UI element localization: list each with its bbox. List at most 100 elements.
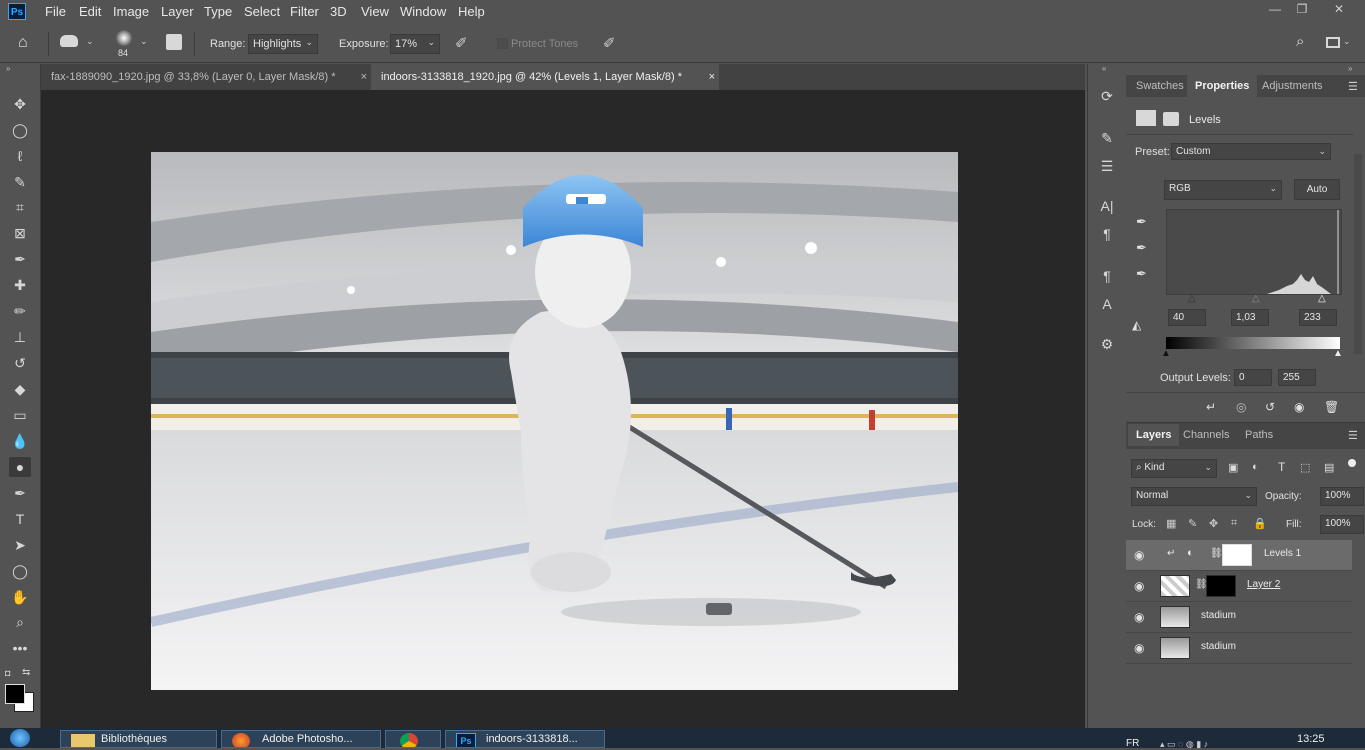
lasso-tool-icon[interactable]: ℓ xyxy=(9,146,31,166)
history-brush-tool-icon[interactable]: ↺ xyxy=(9,353,31,373)
black-point-eyedropper-icon[interactable]: ✒ xyxy=(1136,214,1147,230)
quick-select-tool-icon[interactable]: ✎ xyxy=(9,172,31,192)
taskbar-item-libraries[interactable]: Bibliothèques xyxy=(60,730,217,748)
collapse-icon[interactable]: » xyxy=(1348,64,1352,73)
more-tools-icon[interactable]: ••• xyxy=(9,638,31,658)
tab-indoors-document[interactable]: indoors-3133818_1920.jpg @ 42% (Levels 1… xyxy=(371,64,719,90)
brush-settings-panel-icon[interactable]: ☰ xyxy=(1097,156,1117,176)
layer-row-stadium-copy[interactable]: ◉ stadium xyxy=(1126,633,1352,664)
home-icon[interactable]: ⌂ xyxy=(18,34,28,52)
brush-panel-icon[interactable]: ✎ xyxy=(1097,128,1117,148)
stamp-tool-icon[interactable]: ⊥ xyxy=(9,327,31,347)
white-point-eyedropper-icon[interactable]: ✒ xyxy=(1136,266,1147,282)
input-gray-slider[interactable]: △ xyxy=(1252,293,1260,304)
properties-scrollbar[interactable] xyxy=(1354,154,1362,354)
crop-tool-icon[interactable]: ⌗ xyxy=(9,197,31,217)
output-black-slider[interactable]: ▲ xyxy=(1161,348,1171,359)
input-gamma-field[interactable]: 1,03 xyxy=(1231,309,1269,326)
menu-type[interactable]: Type xyxy=(204,4,232,19)
input-white-field[interactable]: 233 xyxy=(1299,309,1337,326)
healing-brush-tool-icon[interactable]: ✚ xyxy=(9,275,31,295)
filter-toggle-icon[interactable] xyxy=(1348,459,1356,467)
lock-pixels-icon[interactable]: ✎ xyxy=(1188,517,1197,530)
gray-point-eyedropper-icon[interactable]: ✒ xyxy=(1136,240,1147,256)
eye-icon[interactable]: ◉ xyxy=(1134,610,1144,624)
layer-name[interactable]: stadium xyxy=(1201,641,1236,652)
input-black-field[interactable]: 40 xyxy=(1168,309,1206,326)
panel-menu-icon[interactable]: ☰ xyxy=(1348,80,1358,93)
taskbar-item-indoors[interactable]: Ps indoors-3133818... xyxy=(445,730,605,748)
minimize-button[interactable]: — xyxy=(1266,2,1284,16)
search-icon[interactable]: ⌕ xyxy=(1296,33,1304,50)
move-tool-icon[interactable]: ✥ xyxy=(9,94,31,114)
auto-button[interactable]: Auto xyxy=(1294,179,1340,200)
lock-transparency-icon[interactable]: ▦ xyxy=(1166,517,1176,530)
layer-name[interactable]: Layer 2 xyxy=(1247,579,1280,590)
chevron-down-icon[interactable]: ⌄ xyxy=(1343,36,1351,47)
document-image[interactable] xyxy=(151,152,958,690)
properties-panel-icon[interactable]: ⚙ xyxy=(1097,334,1117,354)
layer-name[interactable]: Levels 1 xyxy=(1264,548,1301,559)
exposure-field[interactable]: 17% ⌄ xyxy=(390,34,440,54)
language-indicator[interactable]: FR xyxy=(1126,738,1139,749)
output-white-field[interactable]: 255 xyxy=(1278,369,1316,386)
range-dropdown[interactable]: Highlights ⌄ xyxy=(248,34,318,54)
airbrush-icon[interactable]: ✐ xyxy=(455,34,468,52)
taskbar-item-chrome[interactable] xyxy=(385,730,441,748)
character-styles-icon[interactable]: A xyxy=(1097,294,1117,314)
hand-tool-icon[interactable]: ✋ xyxy=(9,587,31,607)
adjustment-filter-icon[interactable]: ◐ xyxy=(1252,461,1259,473)
close-tab-icon[interactable]: × xyxy=(709,64,715,90)
output-black-field[interactable]: 0 xyxy=(1234,369,1272,386)
restore-button[interactable]: ❐ xyxy=(1293,2,1311,16)
layer-thumbnail[interactable] xyxy=(1160,637,1190,659)
layer-thumbnail[interactable] xyxy=(1160,606,1190,628)
menu-file[interactable]: File xyxy=(45,4,66,19)
smart-object-filter-icon[interactable]: ▤ xyxy=(1324,461,1334,474)
brush-tool-icon[interactable]: ✏ xyxy=(9,301,31,321)
panel-menu-icon[interactable]: ☰ xyxy=(1348,429,1358,442)
zoom-tool-icon[interactable]: ⌕ xyxy=(9,612,31,632)
input-black-slider[interactable]: △ xyxy=(1188,293,1196,304)
menu-layer[interactable]: Layer xyxy=(161,4,194,19)
path-selection-tool-icon[interactable]: ➤ xyxy=(9,535,31,555)
foreground-color-swatch[interactable] xyxy=(5,684,25,704)
chevron-down-icon[interactable]: ⌄ xyxy=(86,36,94,47)
blend-mode-dropdown[interactable]: Normal ⌄ xyxy=(1131,487,1257,506)
menu-3d[interactable]: 3D xyxy=(330,4,347,19)
eye-icon[interactable]: ◉ xyxy=(1134,579,1144,593)
sponge-tool-icon[interactable]: ● xyxy=(9,457,31,477)
close-tab-icon[interactable]: × xyxy=(361,64,367,90)
layer-mask-thumbnail[interactable] xyxy=(1222,544,1252,566)
collapse-icon[interactable]: « xyxy=(1102,64,1106,73)
history-panel-icon[interactable]: ⟳ xyxy=(1097,86,1117,106)
swap-colors-icon[interactable]: ⇆ xyxy=(22,667,30,678)
reset-icon[interactable]: ↺ xyxy=(1265,400,1275,414)
pen-tool-icon[interactable]: ✒ xyxy=(9,483,31,503)
link-icon[interactable]: ⛓ xyxy=(1210,548,1223,559)
brush-settings-icon[interactable] xyxy=(166,34,182,50)
blur-tool-icon[interactable]: 💧 xyxy=(9,431,31,451)
menu-view[interactable]: View xyxy=(361,4,389,19)
lock-all-icon[interactable]: 🔒 xyxy=(1253,517,1267,530)
menu-window[interactable]: Window xyxy=(400,4,446,19)
output-white-slider[interactable]: ▲ xyxy=(1333,348,1343,359)
protect-tones-checkbox[interactable] xyxy=(497,38,508,49)
type-tool-icon[interactable]: T xyxy=(9,509,31,529)
trash-icon[interactable]: 🗑 xyxy=(1324,400,1339,414)
brush-preview-icon[interactable] xyxy=(116,30,132,46)
paragraph-styles-icon[interactable]: ¶ xyxy=(1097,266,1117,286)
pixel-filter-icon[interactable]: ▣ xyxy=(1228,461,1238,474)
eyedropper-tool-icon[interactable]: ✒ xyxy=(9,249,31,269)
tab-layers[interactable]: Layers xyxy=(1128,424,1180,446)
layer-row-layer-2[interactable]: ◉ ⛓ Layer 2 xyxy=(1126,571,1352,602)
start-button-icon[interactable] xyxy=(10,729,30,747)
input-white-slider[interactable]: △ xyxy=(1318,293,1326,304)
paragraph-panel-icon[interactable]: ¶ xyxy=(1097,224,1117,244)
channel-dropdown[interactable]: RGB ⌄ xyxy=(1164,180,1282,200)
preset-dropdown[interactable]: Custom ⌄ xyxy=(1171,143,1331,160)
character-panel-icon[interactable]: A| xyxy=(1097,196,1117,216)
layer-thumbnail[interactable] xyxy=(1160,575,1190,597)
tab-fax-document[interactable]: fax-1889090_1920.jpg @ 33,8% (Layer 0, L… xyxy=(41,64,371,90)
clipping-warning-icon[interactable]: ◭ xyxy=(1132,318,1141,332)
